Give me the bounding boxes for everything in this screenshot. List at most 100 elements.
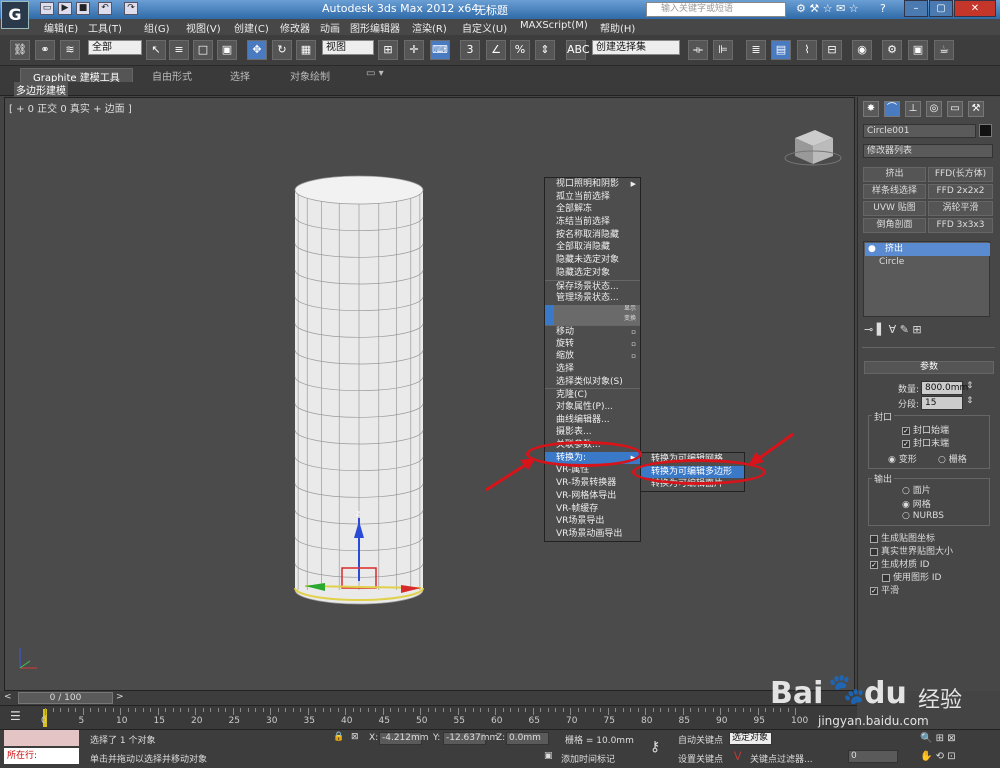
stack-item-extrude[interactable]: ● 挤出 <box>865 243 990 256</box>
menu-item[interactable]: 修改器 <box>280 20 310 35</box>
settings-box-icon[interactable]: ▫ <box>631 350 636 363</box>
context-menu-item[interactable]: VR场景动画导出 <box>545 528 640 541</box>
scale-icon[interactable]: ▦ <box>296 40 316 60</box>
context-menu-item[interactable]: 曲线编辑器... <box>545 414 640 427</box>
move-icon[interactable]: ✥ <box>247 40 267 60</box>
ffd-333-button[interactable]: FFD 3x3x3 <box>928 218 993 233</box>
time-tag-icon[interactable]: ▣ <box>544 751 553 761</box>
context-menu-item[interactable]: 隐藏选定对象 <box>545 267 640 280</box>
amount-input[interactable]: 800.0mm <box>921 381 968 395</box>
percent-snap-icon[interactable]: % <box>510 40 530 60</box>
angle-snap-icon[interactable]: ∠ <box>486 40 506 60</box>
uvw-map-button[interactable]: UVW 贴图 <box>863 201 926 216</box>
context-menu-item[interactable]: 全部取消隐藏 <box>545 241 640 254</box>
context-menu-item[interactable]: 摄影表... <box>545 426 640 439</box>
menu-item[interactable]: 工具(T) <box>88 20 122 35</box>
context-menu-item[interactable]: 孤立当前选择 <box>545 191 640 204</box>
bevel-profile-button[interactable]: 倒角剖面 <box>863 218 926 233</box>
save-icon[interactable]: ■ <box>76 2 90 15</box>
stack-item-circle[interactable]: Circle <box>865 256 990 269</box>
edit-named-sel-icon[interactable]: ABC <box>566 40 590 60</box>
spinner-snap-icon[interactable]: ⇕ <box>535 40 555 60</box>
stack-tools-icons[interactable]: ⊸ ▌ ∀ ✎ ⊞ <box>864 323 994 339</box>
context-menu-item[interactable]: 移动 ▫ <box>545 324 640 338</box>
curve-editor-icon[interactable]: ⌇ <box>797 40 817 60</box>
object-name-field[interactable]: Circle001 <box>863 124 976 138</box>
settings-box-icon[interactable]: ▫ <box>631 338 636 351</box>
graphite-toggle-icon[interactable]: ▤ <box>771 40 791 60</box>
mirror-icon[interactable]: ⟛ <box>688 40 708 60</box>
nurbs-radio[interactable]: ○ NURBS <box>902 511 944 521</box>
ribbon-options-icon[interactable]: ▭ ▾ <box>366 68 384 79</box>
modifier-stack[interactable]: ● 挤出 Circle <box>863 241 990 317</box>
segments-input[interactable]: 15 <box>921 396 963 410</box>
running-indicator[interactable]: 所在行: <box>4 748 79 764</box>
display-tab-icon[interactable]: ▭ <box>947 101 963 117</box>
maxscript-listener[interactable] <box>4 730 79 746</box>
pivot-icon[interactable]: ⊞ <box>378 40 398 60</box>
help-icon[interactable]: ? <box>880 2 886 15</box>
align-icon[interactable]: ⊫ <box>713 40 733 60</box>
window-crossing-icon[interactable]: ▣ <box>217 40 237 60</box>
render-setup-icon[interactable]: ⚙ <box>882 40 902 60</box>
smooth-checkbox[interactable]: ✓ 平滑 <box>870 583 899 596</box>
auto-key-button[interactable]: 自动关键点 <box>678 733 723 746</box>
app-logo[interactable]: G <box>1 1 29 29</box>
turbosmooth-button[interactable]: 涡轮平滑 <box>928 201 993 216</box>
context-menu-item[interactable]: VR-帧缓存 <box>545 503 640 516</box>
context-menu-item[interactable]: 隐藏未选定对象 <box>545 254 640 267</box>
context-menu-item[interactable]: VR-网格体导出 <box>545 490 640 503</box>
rect-selection-icon[interactable]: □ <box>193 40 213 60</box>
menu-item[interactable]: 图形编辑器 <box>350 20 400 35</box>
named-selection-set[interactable]: 创建选择集 <box>592 40 680 55</box>
select-by-name-icon[interactable]: ≡ <box>169 40 189 60</box>
modifier-list-dropdown[interactable]: 修改器列表 <box>863 144 993 158</box>
menu-item[interactable]: 动画 <box>320 20 340 35</box>
schematic-view-icon[interactable]: ⊟ <box>822 40 842 60</box>
ref-coord-select[interactable]: 视图 <box>322 40 374 55</box>
context-menu-item[interactable]: 对象属性(P)... <box>545 401 640 414</box>
menu-item[interactable]: 编辑(E) <box>44 20 78 35</box>
undo-icon[interactable]: ↶ <box>98 2 112 15</box>
menu-item[interactable]: 组(G) <box>144 20 170 35</box>
context-menu-item[interactable]: 保存场景状态... <box>545 279 640 293</box>
extrude-button[interactable]: 挤出 <box>863 167 926 182</box>
manipulate-icon[interactable]: ✛ <box>404 40 424 60</box>
search-input[interactable]: 输入关键字或短语 <box>646 2 786 17</box>
context-menu-item[interactable]: VR场景导出 <box>545 515 640 528</box>
x-coord-field[interactable]: -4.212mm <box>379 732 429 745</box>
material-editor-icon[interactable]: ◉ <box>852 40 872 60</box>
cap-start-checkbox[interactable]: ✓ 封口始端 <box>902 423 949 436</box>
hierarchy-tab-icon[interactable]: ⊥ <box>905 101 921 117</box>
context-menu-item[interactable]: 旋转 ▫ <box>545 338 640 351</box>
menu-item[interactable]: 视图(V) <box>186 20 221 35</box>
use-shape-id-checkbox[interactable]: 使用图形 ID <box>882 570 941 583</box>
current-frame-field[interactable]: 0 <box>848 750 898 763</box>
context-menu-item[interactable]: 选择类似对象(S) <box>545 376 640 389</box>
selection-filter-select[interactable]: 全部 <box>88 40 142 55</box>
nav-zoom-icons[interactable]: 🔍 ⊞ ⊠ <box>920 733 956 744</box>
context-menu-item[interactable]: 克隆(C) <box>545 388 640 401</box>
key-icon[interactable]: ⚷ <box>650 739 660 755</box>
grid-radio[interactable]: ○ 栅格 <box>938 452 967 465</box>
menu-item[interactable]: 创建(C) <box>234 20 269 35</box>
menu-item[interactable]: MAXScript(M) <box>520 20 588 31</box>
ffd-222-button[interactable]: FFD 2x2x2 <box>928 184 993 199</box>
context-menu-item[interactable]: 缩放 ▫ <box>545 350 640 363</box>
context-menu-item[interactable]: 全部解冻 <box>545 203 640 216</box>
modify-tab-icon[interactable]: ⌒ <box>884 101 900 117</box>
bind-space-warp-icon[interactable]: ≋ <box>60 40 80 60</box>
params-rollout-title[interactable]: 参数 <box>864 361 994 374</box>
timeline-icon[interactable]: ☰ <box>10 709 28 725</box>
key-filters-button[interactable]: 关键点过滤器... <box>750 752 813 765</box>
menu-item[interactable]: 自定义(U) <box>462 20 507 35</box>
redo-icon[interactable]: ↷ <box>124 2 138 15</box>
cap-end-checkbox[interactable]: ✓ 封口末端 <box>902 436 949 449</box>
snaps-3d-icon[interactable]: 3 <box>460 40 480 60</box>
link-icon[interactable]: ⛓ <box>10 40 30 60</box>
object-color-swatch[interactable] <box>979 124 992 137</box>
context-menu-item[interactable]: 冻结当前选择 <box>545 216 640 229</box>
z-coord-field[interactable]: 0.0mm <box>506 732 549 745</box>
tab-poly-modeling[interactable]: 多边形建模 <box>14 82 68 97</box>
tab-object-paint[interactable]: 对象绘制 <box>290 68 330 83</box>
